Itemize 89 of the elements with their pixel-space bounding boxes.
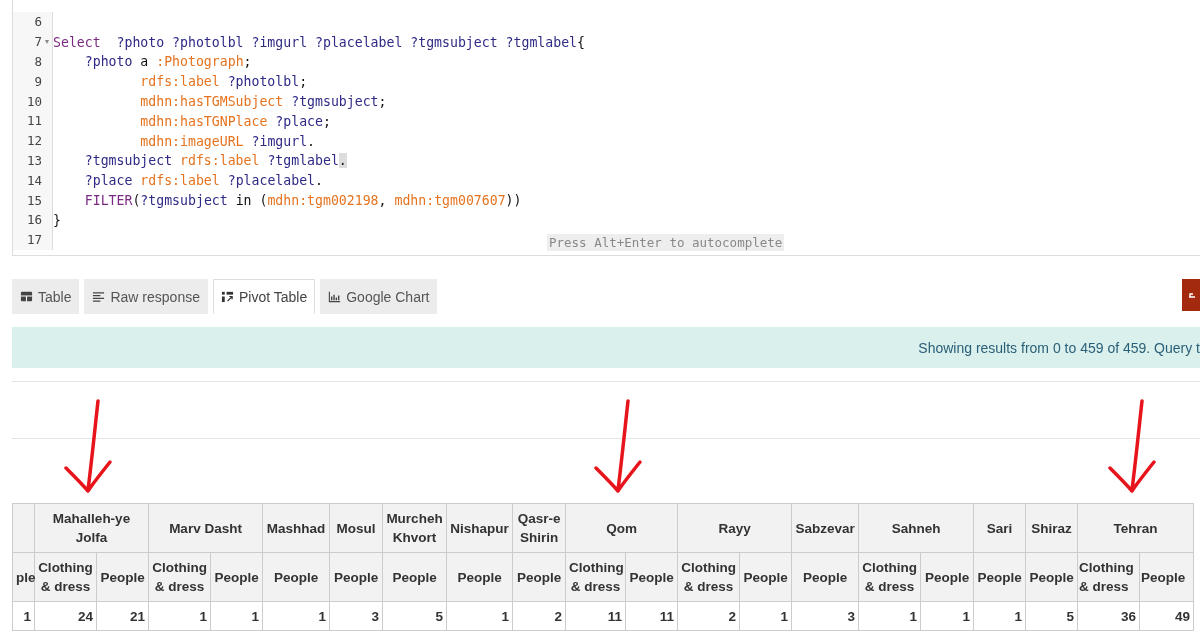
results-tab[interactable]: Pivot Table	[212, 279, 316, 314]
code-line: mdhn:imageURL ?imgurl.	[139, 133, 316, 149]
table-cell: 3	[329, 601, 383, 631]
line-number: 10	[26, 93, 42, 109]
bar-chart-icon	[328, 290, 342, 303]
table-cell: 2	[512, 601, 566, 631]
results-tab[interactable]: Table	[12, 279, 80, 314]
line-number: 15	[26, 192, 42, 208]
column-group-header: Qasr-e Shirin	[512, 503, 566, 553]
code-line: ?photo a :Photograph;	[83, 54, 252, 70]
column-header: Clothing & dress	[565, 552, 626, 602]
results-tab[interactable]: Raw response	[84, 279, 208, 314]
code-line: FILTER(?tgmsubject in (mdhn:tgm002198, mdhn:tgm007607))	[83, 193, 522, 209]
table-cell: 5	[1025, 601, 1078, 631]
table-cell: 1	[739, 601, 792, 631]
column-header: People	[329, 552, 383, 602]
status-text: Showing results from 0 to 459 of 459. Query t	[918, 339, 1200, 356]
column-group-header: Mosul	[329, 503, 383, 553]
column-header: People	[96, 552, 149, 602]
column-header: People	[210, 552, 263, 602]
column-header: People	[262, 552, 330, 602]
column-group-header: Shiraz	[1025, 503, 1078, 553]
column-group-header: Sabzevar	[791, 503, 859, 553]
column-header: Clothing & dress	[858, 552, 921, 602]
line-number: 16	[26, 212, 42, 228]
table-cell: 36	[1077, 601, 1140, 631]
table-cell: 3	[791, 601, 859, 631]
table-cell: 5	[382, 601, 447, 631]
results-tab[interactable]: Google Chart	[320, 279, 438, 314]
fold-icon[interactable]	[45, 39, 49, 44]
table-cell: 21	[96, 601, 149, 631]
table-cell: 1	[262, 601, 330, 631]
column-group-header: Murcheh Khvort	[382, 503, 447, 553]
column-group-header: Mashhad	[262, 503, 330, 553]
table-cell: 49	[1139, 601, 1194, 631]
column-group-header: Sari	[973, 503, 1026, 553]
column-header: People	[446, 552, 513, 602]
table-cell: 1	[858, 601, 921, 631]
code-line: rdfs:label ?photolbl;	[139, 74, 308, 90]
table-cell: 1	[446, 601, 513, 631]
table-cell: 1	[210, 601, 263, 631]
column-header: Clothing & dress	[1077, 552, 1140, 602]
column-header: People	[512, 552, 566, 602]
column-header: People	[920, 552, 974, 602]
line-number: 8	[34, 54, 42, 69]
code-line: ?tgmsubject rdfs:label ?tgmlabel.	[83, 153, 347, 169]
column-header: Clothing & dress	[148, 552, 211, 602]
column-group-header: Nishapur	[446, 503, 513, 553]
table-cell: 2	[677, 601, 740, 631]
column-header: People	[1025, 552, 1078, 602]
table-cell: 24	[34, 601, 97, 631]
table-cell: 1	[973, 601, 1026, 631]
code-line: ?place rdfs:label ?placelabel.	[83, 173, 323, 189]
column-header: Clothing & dress	[677, 552, 740, 602]
column-group-header: Marv Dasht	[148, 503, 263, 553]
line-number: 12	[26, 133, 42, 149]
text-lines-icon	[92, 290, 106, 303]
code-editor[interactable]	[12, 0, 1200, 256]
column-group-header: Rayy	[677, 503, 792, 553]
button-icon	[1189, 292, 1195, 298]
line-number: 14	[26, 172, 42, 188]
column-group-header: Sahneh	[858, 503, 974, 553]
action-button[interactable]	[1182, 279, 1200, 311]
table-cell: 1	[12, 601, 35, 631]
code-line: mdhn:hasTGMSubject ?tgmsubject;	[139, 94, 387, 110]
column-header: People	[791, 552, 859, 602]
line-number: 9	[34, 73, 42, 89]
pivot-icon	[220, 290, 234, 303]
column-header: People	[625, 552, 678, 602]
column-header: Clothing & dress	[34, 552, 97, 602]
table-cell: 11	[565, 601, 626, 631]
code-line: mdhn:hasTGNPlace ?place;	[139, 113, 331, 129]
column-header: People	[382, 552, 447, 602]
line-number: 7	[34, 34, 42, 50]
line-number: 6	[34, 14, 42, 30]
column-header: People	[739, 552, 792, 602]
column-header: ple	[12, 552, 35, 602]
code-line: Select ?photo ?photolbl ?imgurl ?placelabel ?tgmsubject ?tgmlabel{	[53, 34, 585, 50]
column-header: People	[973, 552, 1026, 602]
table-icon	[20, 290, 33, 303]
table-cell: 1	[148, 601, 211, 631]
line-number: 13	[26, 152, 42, 168]
code-line: }	[53, 212, 61, 228]
table-cell: 1	[920, 601, 974, 631]
autocomplete-hint: Press Alt+Enter to autocomplete	[547, 234, 785, 251]
column-header: People	[1139, 552, 1194, 602]
line-number: 11	[26, 113, 42, 129]
line-number: 17	[26, 232, 42, 248]
table-cell: 11	[625, 601, 678, 631]
